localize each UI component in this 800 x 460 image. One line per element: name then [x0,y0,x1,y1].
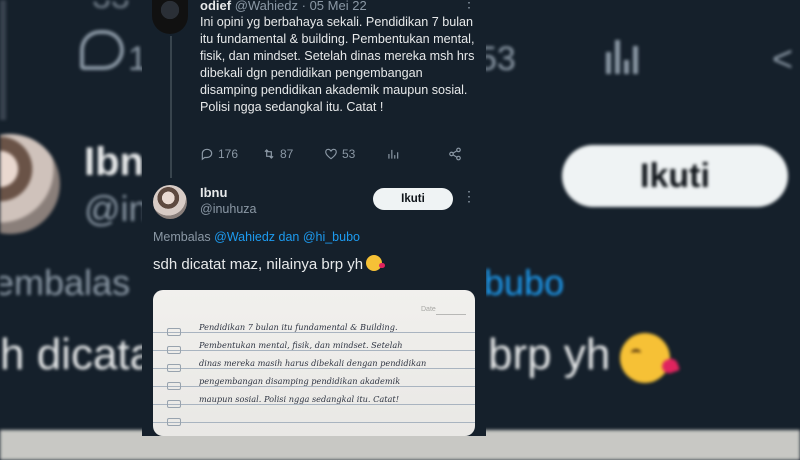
tweet-actions-bar: 176 87 53 [200,147,470,165]
reply-avatar[interactable] [153,185,187,219]
ruled-line [153,422,475,423]
bg-replying-label: embalas [0,262,131,303]
ruled-line [153,332,475,333]
tweet-image-handwritten-note[interactable]: Date Pendidikan 7 bulan itu fundamental … [153,290,475,436]
bg-views-icon [606,38,640,74]
parent-tweet-header: odief @Wahiedz · 05 Mei 22 [200,0,367,13]
parent-date[interactable]: 05 Mei 22 [310,0,367,13]
checkbox-mark [167,418,181,426]
handwritten-line: maupun sosial. Polisi ngga sedangkal itu… [199,394,400,404]
bg-replying-link: bubo [484,262,565,303]
like-count: 53 [342,147,356,161]
handwritten-line: dinas mereka masih harus dibekali dengan… [199,358,427,368]
parent-display-name[interactable]: odief [200,0,231,13]
checkbox-mark [167,328,181,336]
retweet-icon [264,149,274,159]
checkbox-mark [167,364,181,372]
checkbox-mark [167,346,181,354]
bg-tweet-text-right: brp yh [488,330,611,379]
note-date-line [436,314,466,315]
reply-count: 176 [218,147,239,161]
note-date-label: Date [421,306,436,313]
bg-avatar [0,134,60,234]
tweet-thread-card: odief @Wahiedz · 05 Mei 22 ⋮ Ini opini y… [142,0,486,436]
more-options-icon[interactable]: ⋮ [462,0,476,11]
reply-display-name[interactable]: Ibnu [200,185,227,200]
handwritten-line: pengembangan disamping pendidikan akadem… [199,376,401,386]
bg-reply-icon [80,30,124,70]
reply-tweet-text: sdh dicatat maz, nilainya brp yh [153,255,386,273]
retweet-count: 87 [280,147,294,161]
views-button[interactable] [386,147,400,161]
thread-connector [0,0,6,120]
parent-dot: · [301,0,306,13]
reply-text: sdh dicatat maz, nilainya brp yh [153,256,364,273]
kissing-face-emoji-icon [366,255,386,271]
replying-to: Membalas @Wahiedz dan @hi_bubo [153,230,360,244]
reply-icon [201,148,213,161]
bg-share-icon: < [772,38,794,79]
replying-prefix: Membalas [153,230,211,244]
retweet-button[interactable]: 87 [262,147,293,161]
handwritten-line: Pendidikan 7 bulan itu fundamental & Bui… [199,322,398,332]
bg-kissing-emoji-icon [620,333,670,383]
parent-avatar[interactable] [152,0,188,34]
parent-handle[interactable]: @Wahiedz [235,0,298,13]
ruled-line [153,386,475,387]
reply-handle[interactable]: @inuhuza [200,202,256,216]
views-icon [388,149,399,159]
like-button[interactable]: 53 [324,147,355,161]
bg-follow-button: Ikuti [562,145,788,207]
bg-top-count: 33 [92,0,130,17]
checkbox-mark [167,400,181,408]
replying-users-link[interactable]: @Wahiedz dan @hi_bubo [214,230,360,244]
more-options-icon[interactable]: ⋮ [462,188,476,205]
handwritten-line: Pembentukan mental, fisik, dan mindset. … [199,340,403,350]
share-button[interactable] [448,147,462,161]
parent-tweet-text: Ini opini yg berbahaya sekali. Pendidika… [200,15,475,114]
ruled-line [153,350,475,351]
bg-handle: @in [84,188,149,229]
checkbox-mark [167,382,181,390]
ruled-line [153,368,475,369]
thread-line [170,36,172,178]
heart-icon [325,148,337,160]
ruled-line [153,404,475,405]
follow-button[interactable]: Ikuti [373,188,453,210]
reply-button[interactable]: 176 [200,147,238,161]
share-icon [449,147,461,161]
